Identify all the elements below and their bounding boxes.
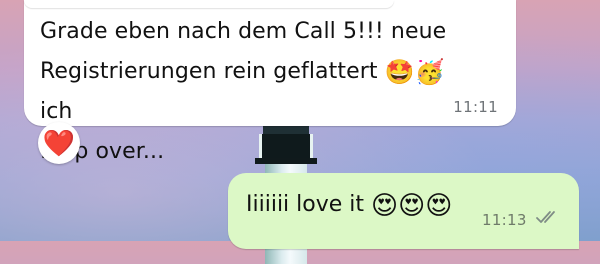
outgoing-message-text: Iiiiiii love it 😍😍😍: [246, 189, 452, 221]
previous-message-bubble[interactable]: [24, 0, 394, 8]
party-face-emoji-icon: 🥳: [414, 58, 445, 86]
outgoing-text: Iiiiiii love it: [246, 192, 365, 217]
outgoing-message-bubble[interactable]: Iiiiiii love it 😍😍😍 11:13: [228, 173, 579, 249]
incoming-message-bubble[interactable]: Grade eben nach dem Call 5!!! neue Regis…: [24, 0, 516, 164]
heart-reaction-icon: ❤️: [42, 128, 76, 159]
incoming-text-line-1: Grade eben nach dem Call 5!!! neue: [40, 19, 447, 44]
message-reaction-badge[interactable]: ❤️: [38, 122, 80, 164]
incoming-message-text: Grade eben nach dem Call 5!!! neue Regis…: [40, 12, 450, 172]
incoming-text-line-2: Registrierungen rein geflattert: [40, 59, 378, 84]
incoming-message-time: 11:11: [453, 98, 498, 116]
star-struck-emoji-icon: 🤩: [384, 58, 415, 86]
incoming-text-line-2-end: ich: [40, 99, 73, 124]
heart-eyes-emoji-icon: 😍😍😍: [371, 191, 453, 221]
outgoing-message-time: 11:13: [482, 211, 527, 229]
double-check-icon: [536, 211, 555, 223]
